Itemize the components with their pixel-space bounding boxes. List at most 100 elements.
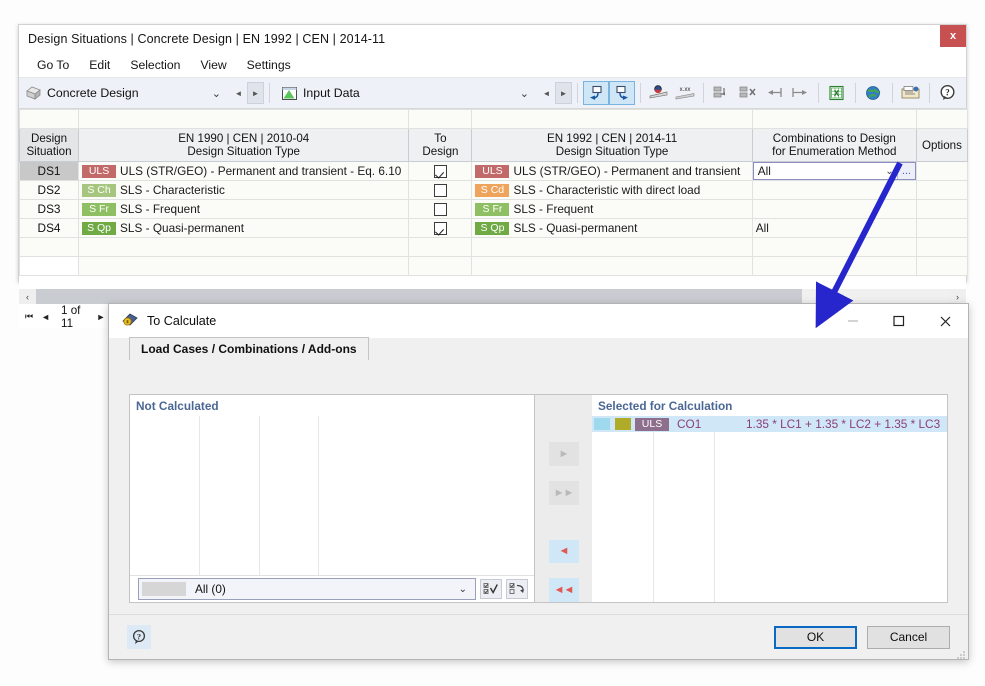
cell-en1992[interactable]: S Fr SLS - Frequent	[471, 199, 753, 219]
cell-en1990[interactable]: S Fr SLS - Frequent	[78, 199, 410, 219]
move-left-button[interactable]	[761, 81, 787, 105]
chevron-down-icon[interactable]: ⌄	[205, 87, 228, 100]
cell-en1990[interactable]: S Qp SLS - Quasi-permanent	[78, 218, 410, 238]
chevron-down-icon[interactable]: ⌄	[513, 87, 536, 100]
menu-item-settings[interactable]: Settings	[237, 56, 301, 74]
help-button[interactable]: ?	[935, 81, 961, 105]
chevron-down-icon[interactable]: ⌄	[882, 166, 897, 177]
cell-en1992[interactable]: S Cd SLS - Characteristic with direct loa…	[471, 180, 753, 200]
dialog-close-button[interactable]	[922, 304, 968, 338]
cell-combinations[interactable]: All	[751, 218, 917, 238]
printout-report-button[interactable]	[898, 81, 924, 105]
cell-options[interactable]	[915, 218, 969, 238]
checkbox-to-design[interactable]	[433, 184, 447, 198]
redo-button[interactable]	[609, 81, 635, 105]
cancel-button[interactable]: Cancel	[867, 625, 950, 649]
row-index[interactable]: DS2	[18, 180, 80, 200]
ellipsis-button[interactable]: ...	[896, 163, 915, 179]
table-row[interactable]: DS1 ULS ULS (STR/GEO) - Permanent and tra…	[18, 161, 969, 181]
combinations-combo[interactable]: All ⌄ ...	[752, 162, 916, 180]
list-item[interactable]: ULS CO1 1.35 * LC1 + 1.35 * LC2 + 1.35 *…	[592, 416, 947, 432]
dialog-title: To Calculate	[147, 314, 217, 328]
view-prev-button[interactable]: ◄	[538, 82, 555, 104]
move-all-left-button[interactable]: ◄◄	[548, 578, 579, 602]
cell-en1992	[471, 256, 753, 276]
move-left-icon	[768, 88, 782, 97]
window-title: Design Situations | Concrete Design | EN…	[28, 31, 386, 46]
cell-options[interactable]	[915, 161, 969, 181]
cell-to-design[interactable]	[408, 161, 473, 181]
module-combo-label: Concrete Design	[47, 86, 139, 100]
table-row[interactable]: DS3 S Fr SLS - Frequent S Fr SLS - Frequen…	[18, 199, 969, 219]
menu-item-selection[interactable]: Selection	[120, 56, 190, 74]
row-index[interactable]: DS3	[18, 199, 80, 219]
cell-to-design[interactable]	[408, 180, 473, 200]
cell-combinations[interactable]: All ⌄ ...	[751, 161, 917, 181]
table-row[interactable]: DS2 S Ch SLS - Characteristic S Cd SLS - C…	[18, 180, 969, 200]
header-to-design[interactable]: To Design	[408, 128, 473, 162]
dialog-maximize-button[interactable]	[876, 304, 922, 338]
globe-button[interactable]	[861, 81, 887, 105]
selected-for-calculation-list[interactable]: ULS CO1 1.35 * LC1 + 1.35 * LC2 + 1.35 *…	[592, 416, 947, 602]
cell-to-design[interactable]	[408, 218, 473, 238]
units-button[interactable]	[646, 81, 672, 105]
view-combo[interactable]: Input Data ⌄	[275, 81, 538, 105]
header-combinations[interactable]: Combinations to Design for Enumeration M…	[751, 128, 917, 162]
not-calculated-list[interactable]	[130, 416, 534, 575]
dialog-help-button[interactable]: ?	[127, 625, 151, 649]
row-index[interactable]: DS4	[18, 218, 80, 238]
module-combo[interactable]: Concrete Design ⌄	[19, 81, 230, 105]
horizontal-scrollbar[interactable]: ‹ ›	[19, 288, 966, 304]
header-en1990[interactable]: EN 1990 | CEN | 2010-04 Design Situation…	[78, 128, 410, 162]
cell-options[interactable]	[915, 180, 969, 200]
table-row-empty	[18, 256, 969, 276]
scroll-track[interactable]	[36, 289, 949, 304]
view-next-button[interactable]: ►	[555, 82, 572, 104]
select-all-button[interactable]	[480, 579, 502, 599]
checkbox-to-design[interactable]	[433, 165, 447, 179]
cell-en1992[interactable]: S Qp SLS - Quasi-permanent	[471, 218, 753, 238]
move-right-button[interactable]	[787, 81, 813, 105]
dialog-resize-handle[interactable]	[957, 648, 966, 659]
header-options[interactable]: Options	[915, 128, 969, 162]
filter-combo[interactable]: All (0) ⌄	[138, 578, 476, 600]
row-index[interactable]: DS1	[18, 161, 80, 181]
undo-button[interactable]	[583, 81, 609, 105]
window-close-button[interactable]: x	[940, 25, 966, 47]
header-design-situation[interactable]: Design Situation	[18, 128, 80, 162]
ok-button[interactable]: OK	[774, 625, 857, 649]
move-left-button[interactable]: ◄	[548, 539, 579, 564]
cell-en1990[interactable]: S Ch SLS - Characteristic	[78, 180, 410, 200]
checkbox-to-design[interactable]	[433, 222, 447, 236]
decimal-places-button[interactable]: x.xx	[672, 81, 698, 105]
pager-first-button[interactable]: ⏮	[25, 311, 33, 322]
help-icon: ?	[132, 629, 146, 644]
scroll-left-button[interactable]: ‹	[19, 289, 36, 304]
cell-combinations[interactable]	[751, 180, 917, 200]
menu-item-go-to[interactable]: Go To	[27, 56, 79, 74]
pager-next-button[interactable]: ►	[97, 312, 106, 322]
printout-icon	[901, 86, 920, 99]
chevron-down-icon[interactable]: ⌄	[451, 584, 475, 595]
cell-en1992[interactable]: ULS ULS (STR/GEO) - Permanent and transie…	[471, 161, 753, 181]
table-row[interactable]: DS4 S Qp SLS - Quasi-permanent S Qp SLS - …	[18, 218, 969, 238]
delete-row-button[interactable]	[735, 81, 761, 105]
module-prev-button[interactable]: ◄	[230, 82, 247, 104]
cell-en1990[interactable]: ULS ULS (STR/GEO) - Permanent and transie…	[78, 161, 410, 181]
cell-combinations[interactable]	[751, 199, 917, 219]
scroll-thumb[interactable]	[36, 289, 802, 304]
cell-to-design[interactable]	[408, 199, 473, 219]
tab-load-cases-combinations-addons[interactable]: Load Cases / Combinations / Add-ons	[129, 337, 369, 360]
export-excel-button[interactable]: X	[824, 81, 850, 105]
menu-item-edit[interactable]: Edit	[79, 56, 120, 74]
insert-row-button[interactable]	[709, 81, 735, 105]
header-en1992[interactable]: EN 1992 | CEN | 2014-11 Design Situation…	[471, 128, 753, 162]
checkbox-to-design[interactable]	[433, 203, 447, 217]
pager-prev-button[interactable]: ◄	[41, 312, 50, 322]
cell-options[interactable]	[915, 199, 969, 219]
module-next-button[interactable]: ►	[247, 82, 264, 104]
invert-selection-button[interactable]	[506, 579, 528, 599]
row-index	[18, 237, 80, 257]
menu-item-view[interactable]: View	[190, 56, 236, 74]
scroll-right-button[interactable]: ›	[949, 289, 966, 304]
